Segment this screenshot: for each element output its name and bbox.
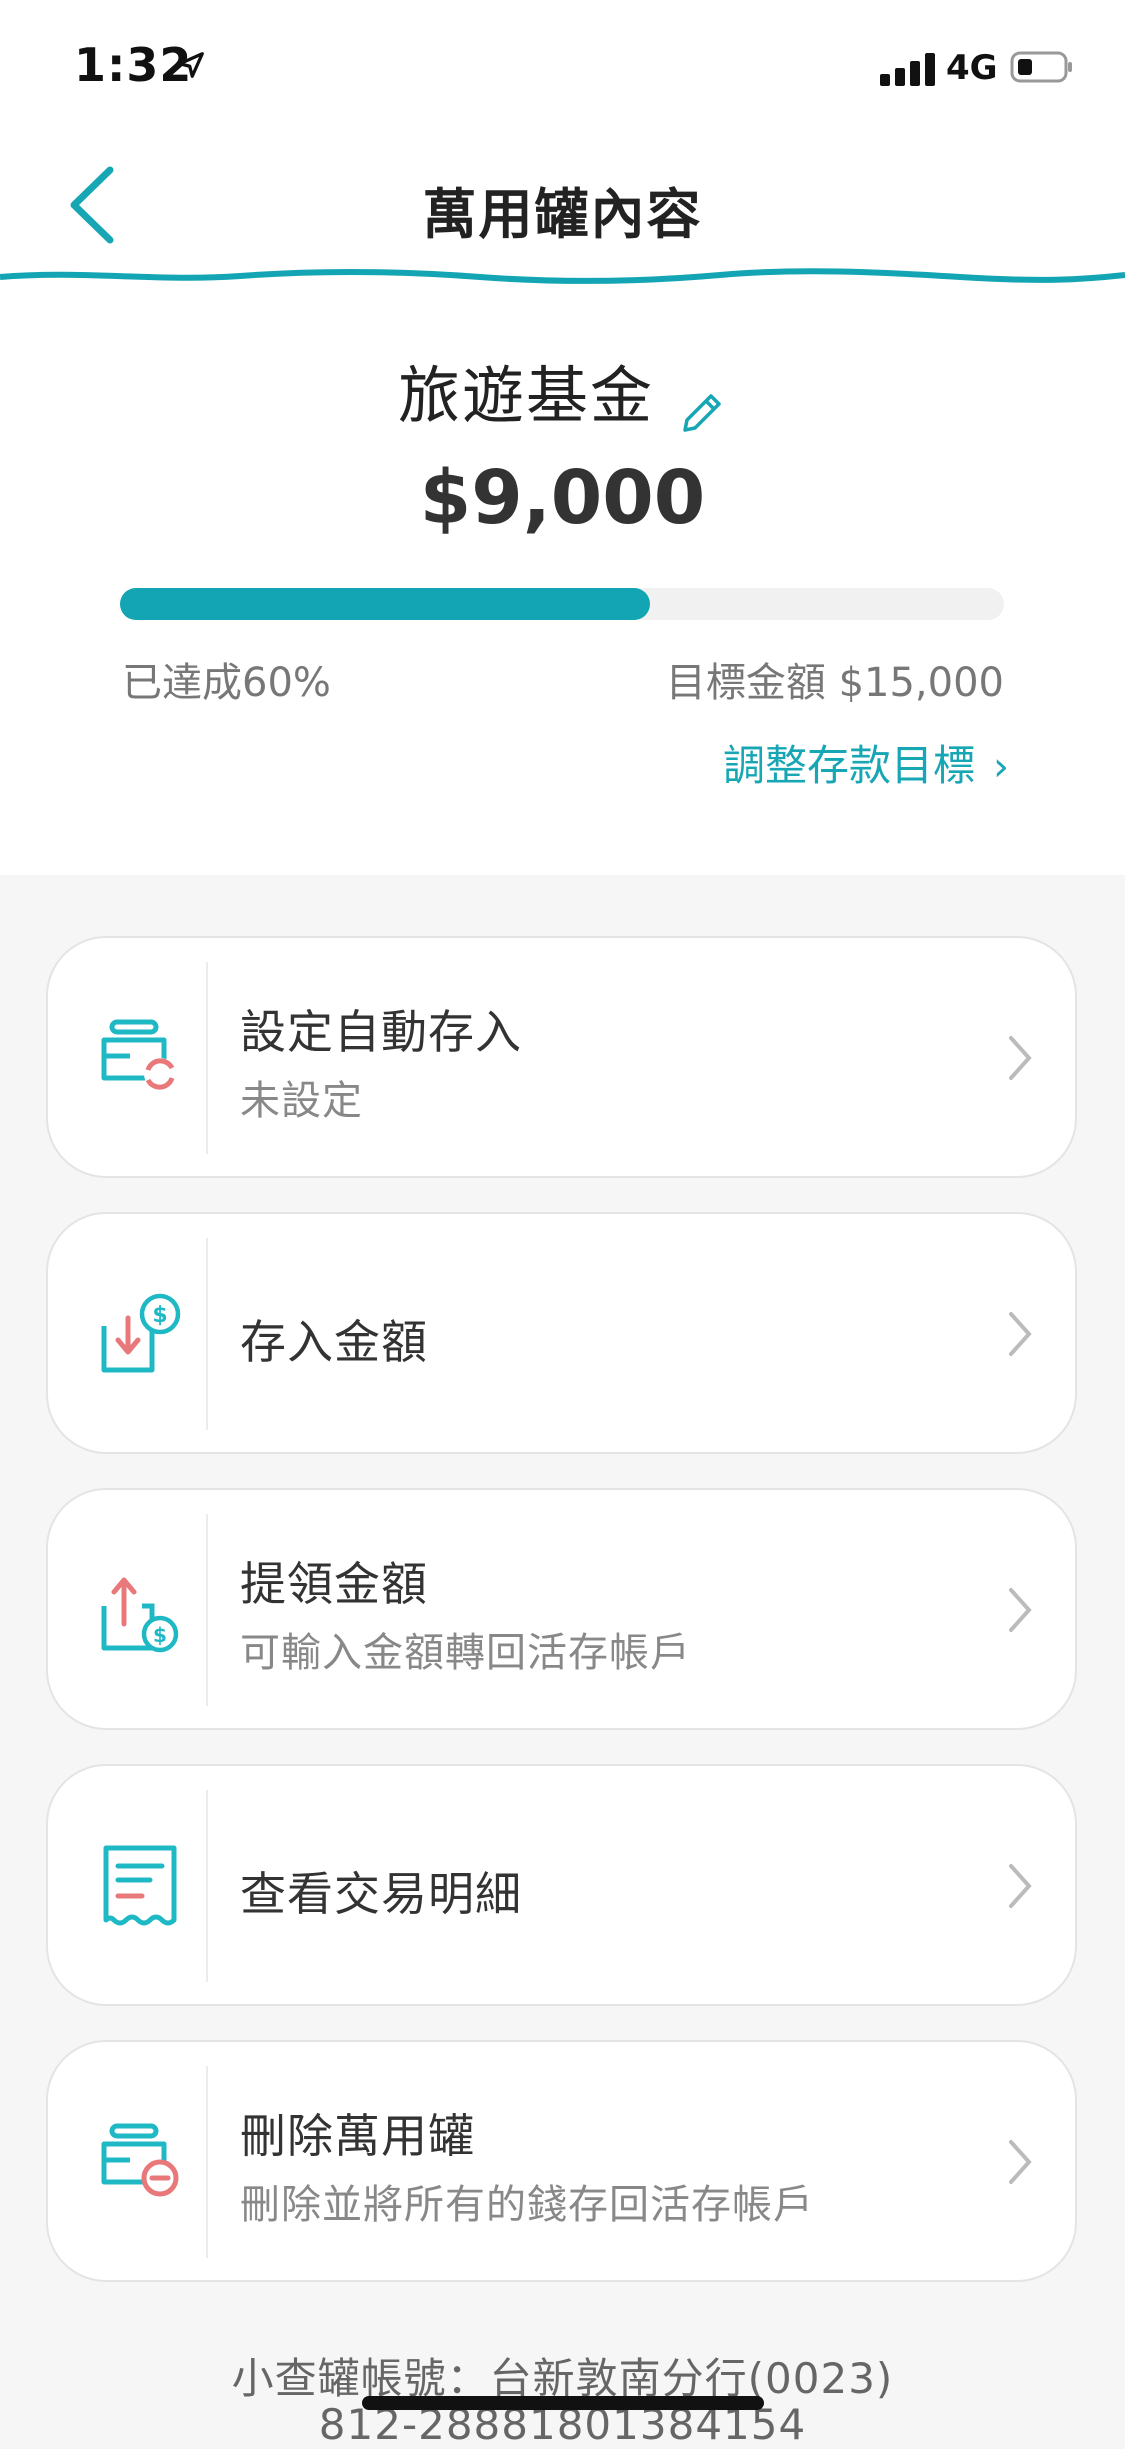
auto-deposit-status: 未設定 [240, 1078, 363, 1124]
auto-deposit-jar-icon [101, 1019, 176, 1090]
signal-icon [880, 52, 936, 86]
header-divider-wave [0, 268, 1125, 284]
savings-progress-fill [120, 588, 651, 620]
goal-amount-text: 目標金額 $15,000 [665, 660, 1004, 706]
delete-jar-description: 刪除並將所有的錢存回活存帳戶 [240, 2182, 814, 2228]
jar-name: 旅遊基金 [397, 359, 654, 432]
edit-pencil-icon[interactable] [677, 388, 727, 438]
chevron-right-icon [1009, 2140, 1032, 2184]
chevron-right-icon: › [993, 744, 1009, 790]
status-time: 1:32 [74, 38, 193, 92]
network-type: 4G [946, 48, 998, 88]
withdraw-title: 提領金額 [240, 1557, 428, 1611]
auto-deposit-card[interactable]: 設定自動存入 未設定 [46, 936, 1077, 1178]
jar-balance: $9,000 [419, 455, 706, 541]
adjust-goal-label: 調整存款目標 [722, 741, 975, 790]
delete-jar-card[interactable]: 刪除萬用罐 刪除並將所有的錢存回活存帳戶 [46, 2040, 1077, 2282]
deposit-title: 存入金額 [240, 1315, 428, 1369]
chevron-right-icon [1009, 1312, 1032, 1356]
receipt-icon [103, 1845, 177, 1926]
jar-name-row: 旅遊基金 [0, 345, 1125, 438]
delete-jar-title: 刪除萬用罐 [240, 2109, 475, 2163]
transaction-history-title: 查看交易明細 [240, 1867, 522, 1921]
battery-icon [1010, 51, 1072, 83]
page-title: 萬用罐內容 [422, 183, 703, 246]
chevron-right-icon [1009, 1864, 1032, 1908]
svg-text:$: $ [152, 1303, 167, 1328]
home-indicator[interactable] [362, 2396, 764, 2410]
withdraw-money-icon: $ [101, 1577, 179, 1653]
transaction-history-card[interactable]: 查看交易明細 [46, 1764, 1077, 2006]
chevron-right-icon [1009, 1036, 1032, 1080]
withdraw-card[interactable]: $ 提領金額 可輸入金額轉回活存帳戶 [46, 1488, 1077, 1730]
deposit-card[interactable]: $ 存入金額 [46, 1212, 1077, 1454]
location-arrow-icon [178, 52, 204, 78]
delete-jar-icon [101, 2123, 179, 2197]
savings-progress-bar [120, 588, 1004, 620]
auto-deposit-title: 設定自動存入 [240, 1005, 522, 1059]
withdraw-description: 可輸入金額轉回活存帳戶 [240, 1630, 691, 1676]
chevron-right-icon [1009, 1588, 1032, 1632]
deposit-money-icon: $ [101, 1293, 181, 1373]
svg-text:$: $ [153, 1623, 167, 1647]
adjust-goal-link[interactable]: 調整存款目標 › [723, 732, 1009, 793]
achieved-percent-text: 已達成60% [122, 660, 331, 706]
